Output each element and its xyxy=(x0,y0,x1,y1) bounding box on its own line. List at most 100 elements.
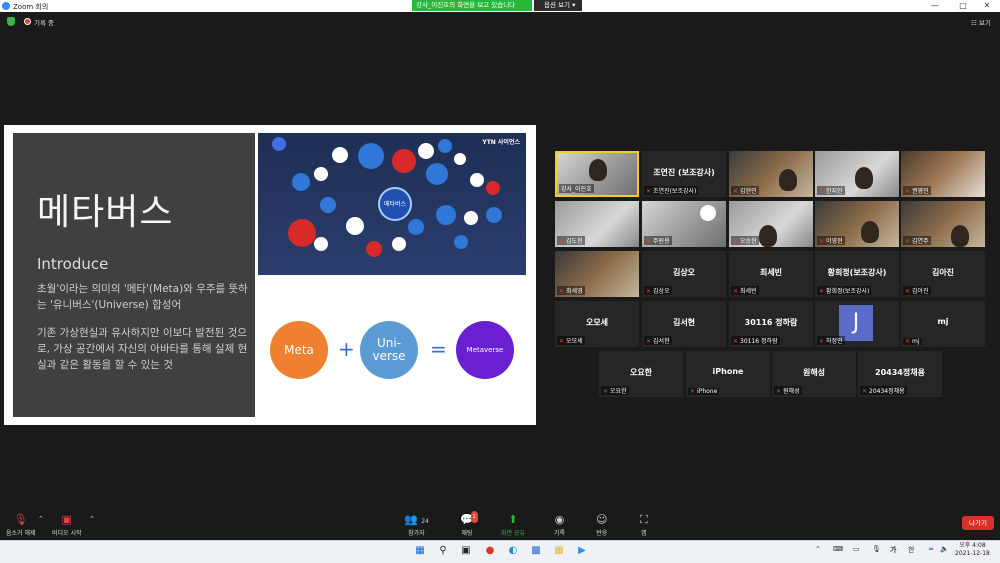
participant-tile[interactable]: mj ✕ mj xyxy=(901,301,985,347)
shared-screen: 메타버스 Introduce 초월'이라는 의미의 '메타'(Meta)와 우주… xyxy=(4,125,536,425)
mic-muted-icon: ✕ xyxy=(862,388,868,395)
ytn-badge: YTN 사이언스 xyxy=(482,139,520,146)
unmute-button[interactable]: 🎙 음소거 해제 xyxy=(6,513,36,538)
display-icon[interactable]: ▭ xyxy=(853,545,860,553)
zoom-taskbar-icon[interactable]: ▩ xyxy=(530,545,542,557)
maximize-button[interactable]: □ xyxy=(950,0,976,12)
slide-paragraph-2: 기존 가상현실과 유사하지만 이보다 발전된 것으로, 가상 공간에서 자신의 … xyxy=(37,327,248,371)
mic-muted-icon: ✕ xyxy=(819,188,825,195)
chat-badge: 1 xyxy=(470,511,478,523)
participant-tile[interactable]: 김아진 ✕ 김아진 xyxy=(901,251,985,297)
task-view-icon[interactable]: ▣ xyxy=(460,545,472,557)
participant-name: ✕ 한지민 xyxy=(817,186,845,195)
participant-tile[interactable]: 강사_이진호 xyxy=(555,151,639,197)
participant-tile[interactable]: 조연진 (보조강사) ✕ 조연진(보조강사) xyxy=(642,151,726,197)
participant-display-name: 황희정(보조강사) xyxy=(827,268,887,277)
equals-sign: = xyxy=(430,337,447,361)
keyboard-icon[interactable]: ⌨ xyxy=(833,545,843,553)
participant-name: ✕ 김서현 xyxy=(644,336,672,345)
start-video-button[interactable]: ▣ 비디오 시작 xyxy=(52,513,82,538)
participant-tile[interactable]: ✕ 한지민 xyxy=(815,151,899,197)
mic-muted-icon: ✕ xyxy=(690,388,696,395)
windows-taskbar xyxy=(0,540,1000,563)
participant-tile[interactable]: ✕ 김연주 xyxy=(901,201,985,247)
edge-icon[interactable]: ◐ xyxy=(507,545,519,557)
recording-label: 기록 중 xyxy=(34,19,55,27)
share-screen-label: 화면 공유 xyxy=(501,530,525,537)
ime-indicator[interactable]: 가 xyxy=(890,545,896,555)
view-button[interactable]: ☷ 보기 xyxy=(971,17,991,27)
participant-tile[interactable]: 최세빈 ✕ 최세빈 xyxy=(729,251,813,297)
mic-muted-icon: ✕ xyxy=(905,238,911,245)
video-app-icon[interactable]: ▶ xyxy=(576,545,588,557)
participant-tile[interactable]: ✕ 최세영 xyxy=(555,251,639,297)
participant-name: ✕ 20434정채용 xyxy=(860,386,907,395)
mic-muted-icon: 🎙 xyxy=(13,513,28,526)
search-icon[interactable]: ⚲ xyxy=(437,545,449,557)
start-video-label: 비디오 시작 xyxy=(52,530,82,537)
participant-tile[interactable]: 김서현 ✕ 김서현 xyxy=(642,301,726,347)
video-options-chevron-icon[interactable]: ⌃ xyxy=(89,515,95,523)
start-icon[interactable]: ▦ xyxy=(414,545,426,557)
tray-overflow-icon[interactable]: ⌃ xyxy=(815,545,821,553)
participant-tile[interactable]: ✕ 주원용 xyxy=(642,201,726,247)
recording-icon xyxy=(24,18,31,25)
volume-icon[interactable]: 🔈 xyxy=(940,545,949,553)
participants-icon: 👥 24 xyxy=(404,513,429,526)
participant-name: ✕ 김상오 xyxy=(644,286,672,295)
participant-name: ✕ 오승현 xyxy=(731,236,759,245)
participants-button[interactable]: 👥 24 참가자 xyxy=(404,513,429,538)
minimize-button[interactable]: — xyxy=(922,0,948,12)
participant-tile[interactable]: 김상오 ✕ 김상오 xyxy=(642,251,726,297)
participant-tile[interactable]: 오모세 ✕ 오모세 xyxy=(555,301,639,347)
participant-tile[interactable]: 황희정(보조강사) ✕ 황희정(보조강사) xyxy=(815,251,899,297)
mic-muted-icon: ✕ xyxy=(646,338,652,345)
slide-image: YTN 사이언스 메타버스 xyxy=(258,133,526,275)
share-screen-button[interactable]: ⬆ 화면 공유 xyxy=(501,514,525,538)
participant-display-name: mj xyxy=(937,317,949,326)
chat-button[interactable]: 💬 1 채팅 xyxy=(460,511,478,537)
apps-button[interactable]: ⛶ 앱 xyxy=(640,514,648,538)
participant-name: ✕ 이영현 xyxy=(817,236,845,245)
participant-tile[interactable]: 오요한 ✕ 오요한 xyxy=(599,351,683,397)
participant-display-name: 20434정채용 xyxy=(875,368,925,377)
participant-display-name: 원해성 xyxy=(802,368,826,377)
participants-count: 24 xyxy=(421,518,429,525)
participant-tile[interactable]: ✕ 김도현 xyxy=(555,201,639,247)
reactions-button[interactable]: ☺ 반응 xyxy=(596,514,608,538)
participant-name: ✕ 김현민 xyxy=(731,186,759,195)
microphone-icon[interactable]: 🎙 xyxy=(872,545,881,553)
mic-muted-icon: ✕ xyxy=(646,238,652,245)
apps-label: 앱 xyxy=(641,530,647,537)
participant-tile[interactable]: iPhone ✕ iPhone xyxy=(686,351,770,397)
slide-title: 메타버스 xyxy=(37,192,174,233)
close-button[interactable]: ✕ xyxy=(974,0,1000,12)
leave-button[interactable]: 나가기 xyxy=(962,516,994,530)
chrome-icon[interactable]: ● xyxy=(484,545,496,557)
participant-tile[interactable]: 20434정채용 ✕ 20434정채용 xyxy=(858,351,942,397)
participant-tile[interactable]: ✕ 오승현 xyxy=(729,201,813,247)
ime-mode-indicator[interactable]: 한 xyxy=(908,545,914,555)
participant-name: ✕ iPhone xyxy=(688,388,720,395)
wifi-icon[interactable]: ≈ xyxy=(928,545,934,553)
view-options-dropdown[interactable]: 옵션 보기 ▾ xyxy=(534,0,582,11)
participant-tile[interactable]: ✕ 이영현 xyxy=(815,201,899,247)
reactions-label: 반응 xyxy=(596,530,608,537)
participant-tile[interactable]: 30116 정하람 ✕ 30116 정하람 xyxy=(729,301,813,347)
participant-tile[interactable]: ✕ 김현민 xyxy=(729,151,813,197)
participant-name: ✕ 김연주 xyxy=(903,236,931,245)
audio-options-chevron-icon[interactable]: ⌃ xyxy=(38,515,44,523)
record-button[interactable]: ◉ 기록 xyxy=(554,514,565,538)
video-off-icon: ▣ xyxy=(61,513,72,526)
file-explorer-icon[interactable]: ▦ xyxy=(553,545,565,557)
participant-display-name: 오모세 xyxy=(585,318,609,327)
participant-name: ✕ 최세영 xyxy=(557,286,585,295)
security-shield-icon[interactable] xyxy=(7,17,15,26)
view-label: 보기 xyxy=(978,19,991,27)
participant-tile[interactable]: 원해성 ✕ 원해성 xyxy=(772,351,856,397)
participant-tile[interactable]: ✕ 권영민 xyxy=(901,151,985,197)
mic-muted-icon: ✕ xyxy=(646,188,652,195)
system-clock[interactable]: 오후 4:08 2021-12-18 xyxy=(955,542,990,558)
participant-name: ✕ 30116 정하람 xyxy=(731,336,780,345)
participant-tile[interactable]: J ✕ 허정민 xyxy=(815,301,899,347)
